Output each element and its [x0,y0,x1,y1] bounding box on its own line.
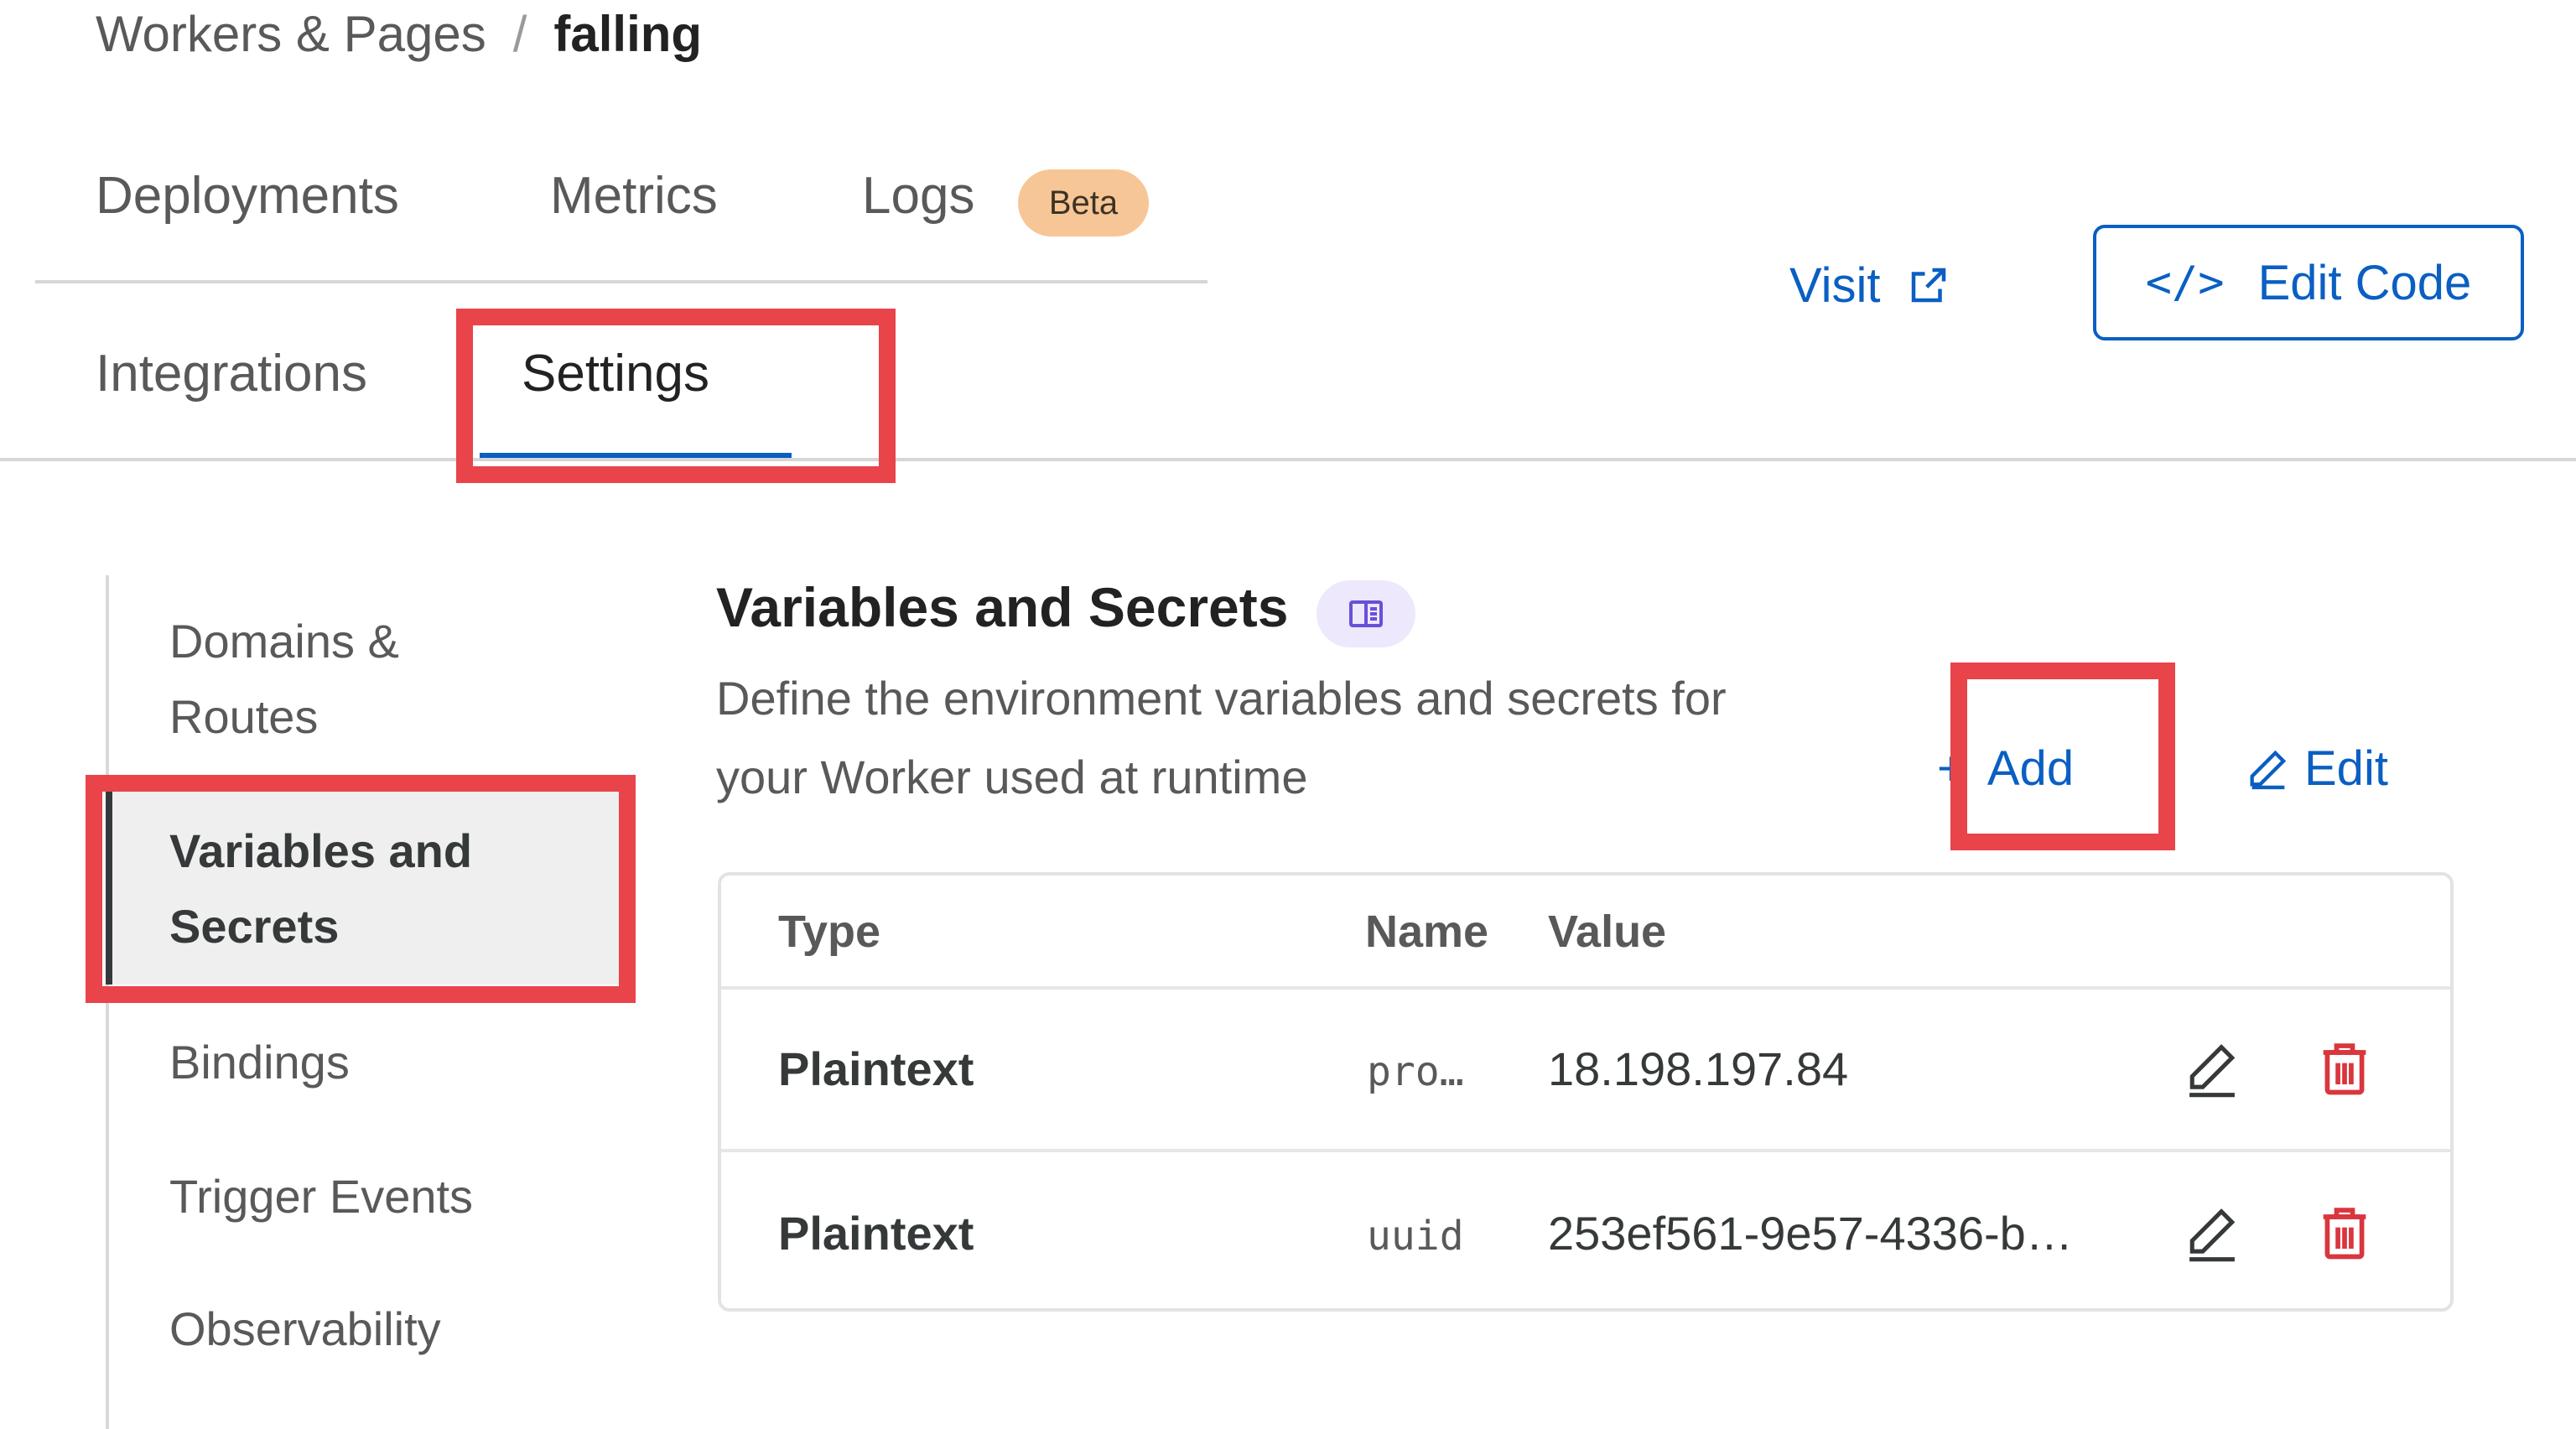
tabs-divider [35,280,1208,283]
row-value: 18.198.197.84 [1548,1042,1849,1095]
sidebar-item-bindings[interactable]: Bindings [169,1025,589,1100]
column-header-type: Type [778,907,881,957]
row-type: Plaintext [778,1042,974,1095]
edit-label: Edit [2304,740,2388,796]
trash-icon [2323,1208,2366,1260]
row-type: Plaintext [778,1207,974,1260]
breadcrumb-parent-link[interactable]: Workers & Pages [96,5,486,63]
pencil-icon [2250,750,2287,790]
row-value: 253ef561-9e57-4336-b… [1548,1207,2073,1260]
breadcrumb-separator: / [512,5,527,62]
highlight-box-variables-nav [86,775,636,1003]
row-name: uuid [1367,1213,1464,1260]
tab-deployments[interactable]: Deployments [96,166,399,226]
breadcrumb-current: falling [553,5,703,62]
edit-code-button[interactable]: </> Edit Code [2093,225,2524,340]
visit-link[interactable]: Visit [1789,252,1951,319]
highlight-box-add-button [1950,663,2175,850]
sidebar-item-trigger-events[interactable]: Trigger Events [169,1159,605,1234]
edit-row-button[interactable] [2180,1201,2244,1269]
documentation-link[interactable] [1317,580,1415,647]
section-description: Define the environment variables and sec… [716,672,1727,803]
edit-row-button[interactable] [2180,1037,2244,1104]
delete-row-button[interactable] [2313,1037,2376,1104]
highlight-box-settings-tab [456,309,896,483]
edit-code-label: Edit Code [2257,255,2472,310]
book-icon [1349,600,1383,627]
sidebar-item-observability[interactable]: Observability [169,1291,605,1367]
tab-metrics[interactable]: Metrics [550,166,718,226]
visit-label: Visit [1789,257,1881,313]
column-header-value: Value [1548,907,1667,957]
beta-badge: Beta [1018,169,1149,236]
trash-icon [2323,1043,2366,1095]
pencil-icon [2189,1208,2236,1262]
edit-variables-button[interactable]: Edit [2244,735,2388,802]
sidebar-item-domains-routes[interactable]: Domains & Routes [169,604,471,755]
pencil-icon [2189,1044,2236,1098]
header-divider [0,458,2576,461]
delete-row-button[interactable] [2313,1201,2376,1269]
tab-integrations[interactable]: Integrations [96,344,367,403]
breadcrumb: Workers & Pages / falling [96,0,702,67]
tab-logs[interactable]: Logs [862,166,974,226]
column-header-name: Name [1365,907,1489,957]
external-link-icon [1911,268,1945,303]
section-title: Variables and Secrets [716,576,1289,638]
row-name: pro… [1367,1048,1464,1095]
code-icon: </> [2145,257,2225,308]
